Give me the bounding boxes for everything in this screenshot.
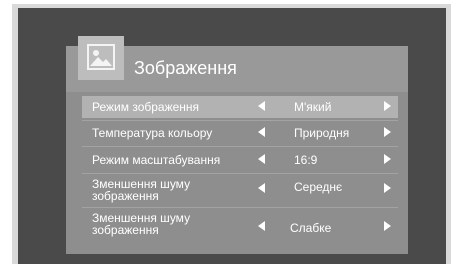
arrow-right-icon[interactable] <box>384 127 391 137</box>
picture-frame <box>87 44 115 70</box>
row-divider <box>82 146 398 147</box>
menu-item-zoom-mode[interactable]: Режим масштабування 16:9 <box>82 149 398 171</box>
picture-glyph <box>90 50 112 66</box>
arrow-right-icon[interactable] <box>384 101 391 111</box>
arrow-left-icon[interactable] <box>258 101 265 111</box>
row-divider <box>82 207 398 208</box>
arrow-left-icon[interactable] <box>258 154 265 164</box>
arrow-right-icon[interactable] <box>384 154 391 164</box>
menu-title: Зображення <box>134 58 237 78</box>
row-divider <box>82 173 398 174</box>
menu-item-value: М'який <box>294 100 332 114</box>
menu-item-label: Режим зображення <box>92 100 200 114</box>
menu-item-picture-mode[interactable]: Режим зображення М'який <box>82 96 398 118</box>
menu-item-label: Зменшення шуму зображення <box>92 211 191 237</box>
arrow-left-icon[interactable] <box>258 183 265 193</box>
menu-item-value: 16:9 <box>294 153 318 167</box>
menu-item-label: Зменшення шуму зображення <box>92 177 191 203</box>
menu-item-color-temperature[interactable]: Температура кольору Природня <box>82 122 398 144</box>
menu-item-noise-reduction[interactable]: Зменшення шуму зображення Середнє <box>82 178 398 204</box>
menu-item-value: Середнє <box>294 180 343 194</box>
arrow-right-icon[interactable] <box>384 221 391 231</box>
picture-icon <box>78 36 124 80</box>
menu-item-value: Слабке <box>290 221 332 235</box>
arrow-right-icon[interactable] <box>384 183 391 193</box>
arrow-left-icon[interactable] <box>258 127 265 137</box>
menu-item-label: Режим масштабування <box>92 153 221 167</box>
row-divider <box>82 120 398 121</box>
menu-item-value: Природня <box>294 126 350 140</box>
arrow-left-icon[interactable] <box>258 221 265 231</box>
menu-item-noise-reduction-2[interactable]: Зменшення шуму зображення Слабке <box>82 212 398 238</box>
menu-item-label: Температура кольору <box>92 126 213 140</box>
